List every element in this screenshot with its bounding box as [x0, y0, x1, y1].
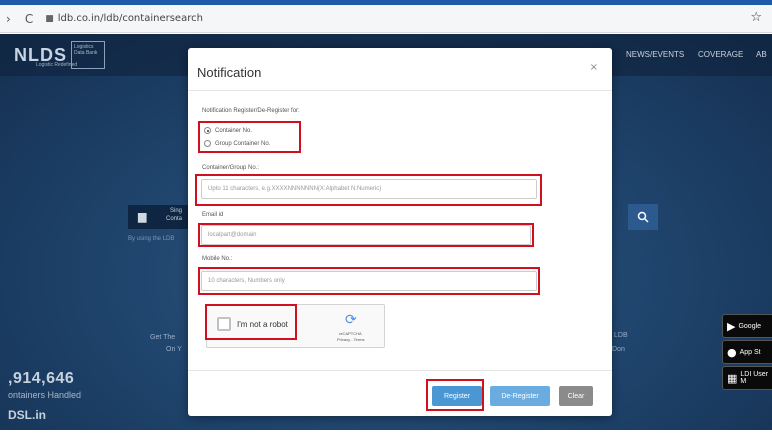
nav-about[interactable]: AB — [756, 50, 767, 59]
apple-icon: ● — [727, 345, 737, 359]
search-tab-label-2: Conta — [166, 216, 183, 222]
don-text: Don — [612, 346, 625, 353]
nav-coverage[interactable]: COVERAGE — [698, 50, 743, 59]
search-tab-label: Sing — [170, 208, 183, 214]
container-icon: ▆ — [138, 210, 147, 223]
container-label: Container/Group No.: — [202, 165, 260, 171]
email-input[interactable]: localpart@domain — [201, 225, 531, 245]
recaptcha-icon: ⟳ — [345, 312, 357, 328]
search-button[interactable] — [628, 204, 658, 230]
lock-icon: ■ — [45, 13, 54, 24]
site-name: DSL.in — [8, 408, 46, 422]
recaptcha-terms-link[interactable]: Privacy - Terms — [337, 337, 364, 342]
stat-caption: ontainers Handled — [8, 390, 82, 400]
close-icon[interactable]: × — [590, 62, 598, 73]
modal-title: Notification — [197, 65, 262, 80]
app-store-badge[interactable]: ● App St — [722, 340, 772, 364]
user-manual-badge[interactable]: ▦ LDI User M — [722, 366, 772, 390]
mobile-label: Mobile No.: — [202, 256, 233, 262]
deregister-button[interactable]: De-Register — [490, 386, 550, 406]
notification-modal: Notification × Notification Register/De-… — [188, 48, 612, 416]
mobile-input[interactable]: 10 characters, Numbers only — [201, 271, 537, 291]
radio-group-container-no[interactable]: Group Container No. — [204, 140, 270, 147]
radio-unselected-icon[interactable] — [204, 140, 211, 147]
recaptcha-brand: reCAPTCHA — [339, 331, 362, 336]
register-button[interactable]: Register — [432, 386, 482, 406]
radio-container-no[interactable]: Container No. — [204, 127, 252, 134]
address-bar[interactable]: ldb.co.in/ldb/containersearch — [58, 13, 203, 24]
google-play-badge[interactable]: ▶ Google — [722, 314, 772, 338]
browser-toolbar: › C ■ ldb.co.in/ldb/containersearch ☆ — [0, 5, 772, 33]
highlight-radio-group — [198, 121, 301, 153]
stat-number: ,914,646 — [8, 370, 75, 387]
clear-button[interactable]: Clear — [559, 386, 593, 406]
reload-icon[interactable]: C — [25, 12, 33, 26]
search-icon — [637, 211, 649, 223]
logo-tagline: Logistic Redefined — [36, 62, 78, 68]
highlight-captcha — [205, 304, 297, 340]
forward-icon[interactable]: › — [6, 12, 11, 26]
on-text: On Y — [166, 346, 182, 353]
register-for-label: Notification Register/De-Register for: — [202, 108, 300, 114]
search-hint: By using the LDB — [128, 236, 175, 242]
ldb-text: LDB — [614, 332, 628, 339]
radio-selected-icon[interactable] — [204, 127, 211, 134]
bookmark-star-icon[interactable]: ☆ — [750, 10, 762, 25]
manual-icon: ▦ — [727, 371, 738, 385]
play-store-icon: ▶ — [727, 319, 736, 333]
container-input[interactable]: Upto 11 characters, e.g.XXXXNNNNNNN(X:Al… — [201, 179, 537, 199]
get-the-text: Get The — [150, 334, 176, 341]
nav-news-events[interactable]: NEWS/EVENTS — [626, 50, 684, 59]
email-label: Email id — [202, 212, 224, 218]
